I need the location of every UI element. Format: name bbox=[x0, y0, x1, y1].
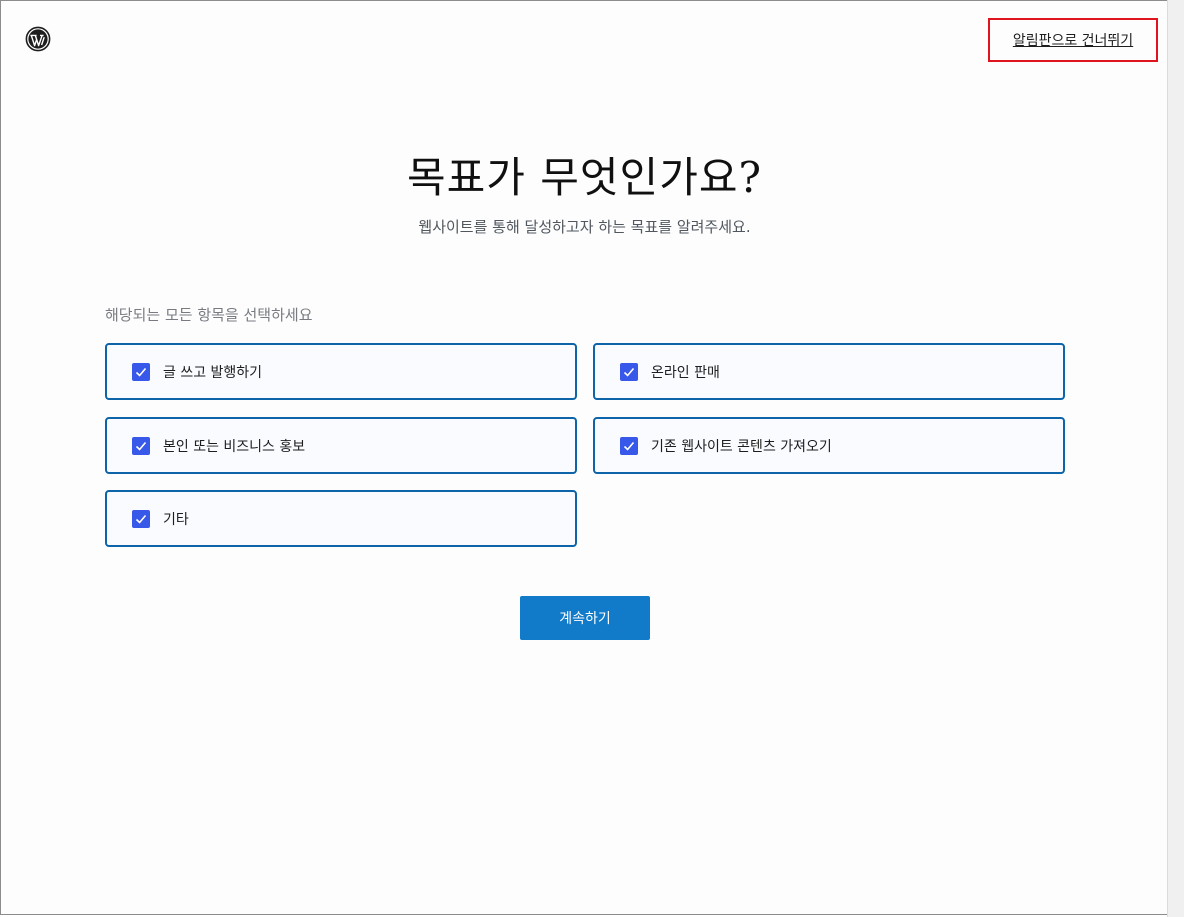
goal-option-import[interactable]: 기존 웹사이트 콘텐츠 가져오기 bbox=[593, 417, 1065, 474]
continue-button[interactable]: 계속하기 bbox=[520, 596, 650, 640]
goal-option-label: 온라인 판매 bbox=[651, 364, 720, 381]
checkbox-checked-icon[interactable] bbox=[620, 436, 638, 455]
page-title: 목표가 무엇인가요? bbox=[407, 153, 762, 202]
skip-to-dashboard-highlight: 알림판으로 건너뛰기 bbox=[988, 18, 1158, 62]
checkbox-checked-icon[interactable] bbox=[620, 362, 638, 381]
wordpress-logo-icon[interactable] bbox=[25, 26, 51, 52]
select-all-label: 해당되는 모든 항목을 선택하세요 bbox=[105, 306, 313, 324]
page-frame: 알림판으로 건너뛰기 목표가 무엇인가요? 웹사이트를 통해 달성하고자 하는 … bbox=[0, 0, 1167, 915]
goal-option-label: 기타 bbox=[163, 511, 189, 528]
goal-option-label: 기존 웹사이트 콘텐츠 가져오기 bbox=[651, 438, 832, 455]
skip-to-dashboard-link[interactable]: 알림판으로 건너뛰기 bbox=[1013, 30, 1133, 50]
goal-option-write[interactable]: 글 쓰고 발행하기 bbox=[105, 343, 577, 400]
goal-option-label: 글 쓰고 발행하기 bbox=[163, 364, 263, 381]
goal-option-label: 본인 또는 비즈니스 홍보 bbox=[163, 438, 306, 455]
checkbox-checked-icon[interactable] bbox=[132, 509, 150, 528]
vertical-scrollbar[interactable] bbox=[1167, 0, 1184, 917]
goal-option-other[interactable]: 기타 bbox=[105, 490, 577, 547]
checkbox-checked-icon[interactable] bbox=[132, 436, 150, 455]
goal-option-sell[interactable]: 온라인 판매 bbox=[593, 343, 1065, 400]
page-subtitle: 웹사이트를 통해 달성하고자 하는 목표를 알려주세요. bbox=[418, 218, 751, 236]
goal-option-promote[interactable]: 본인 또는 비즈니스 홍보 bbox=[105, 417, 577, 474]
checkbox-checked-icon[interactable] bbox=[132, 362, 150, 381]
